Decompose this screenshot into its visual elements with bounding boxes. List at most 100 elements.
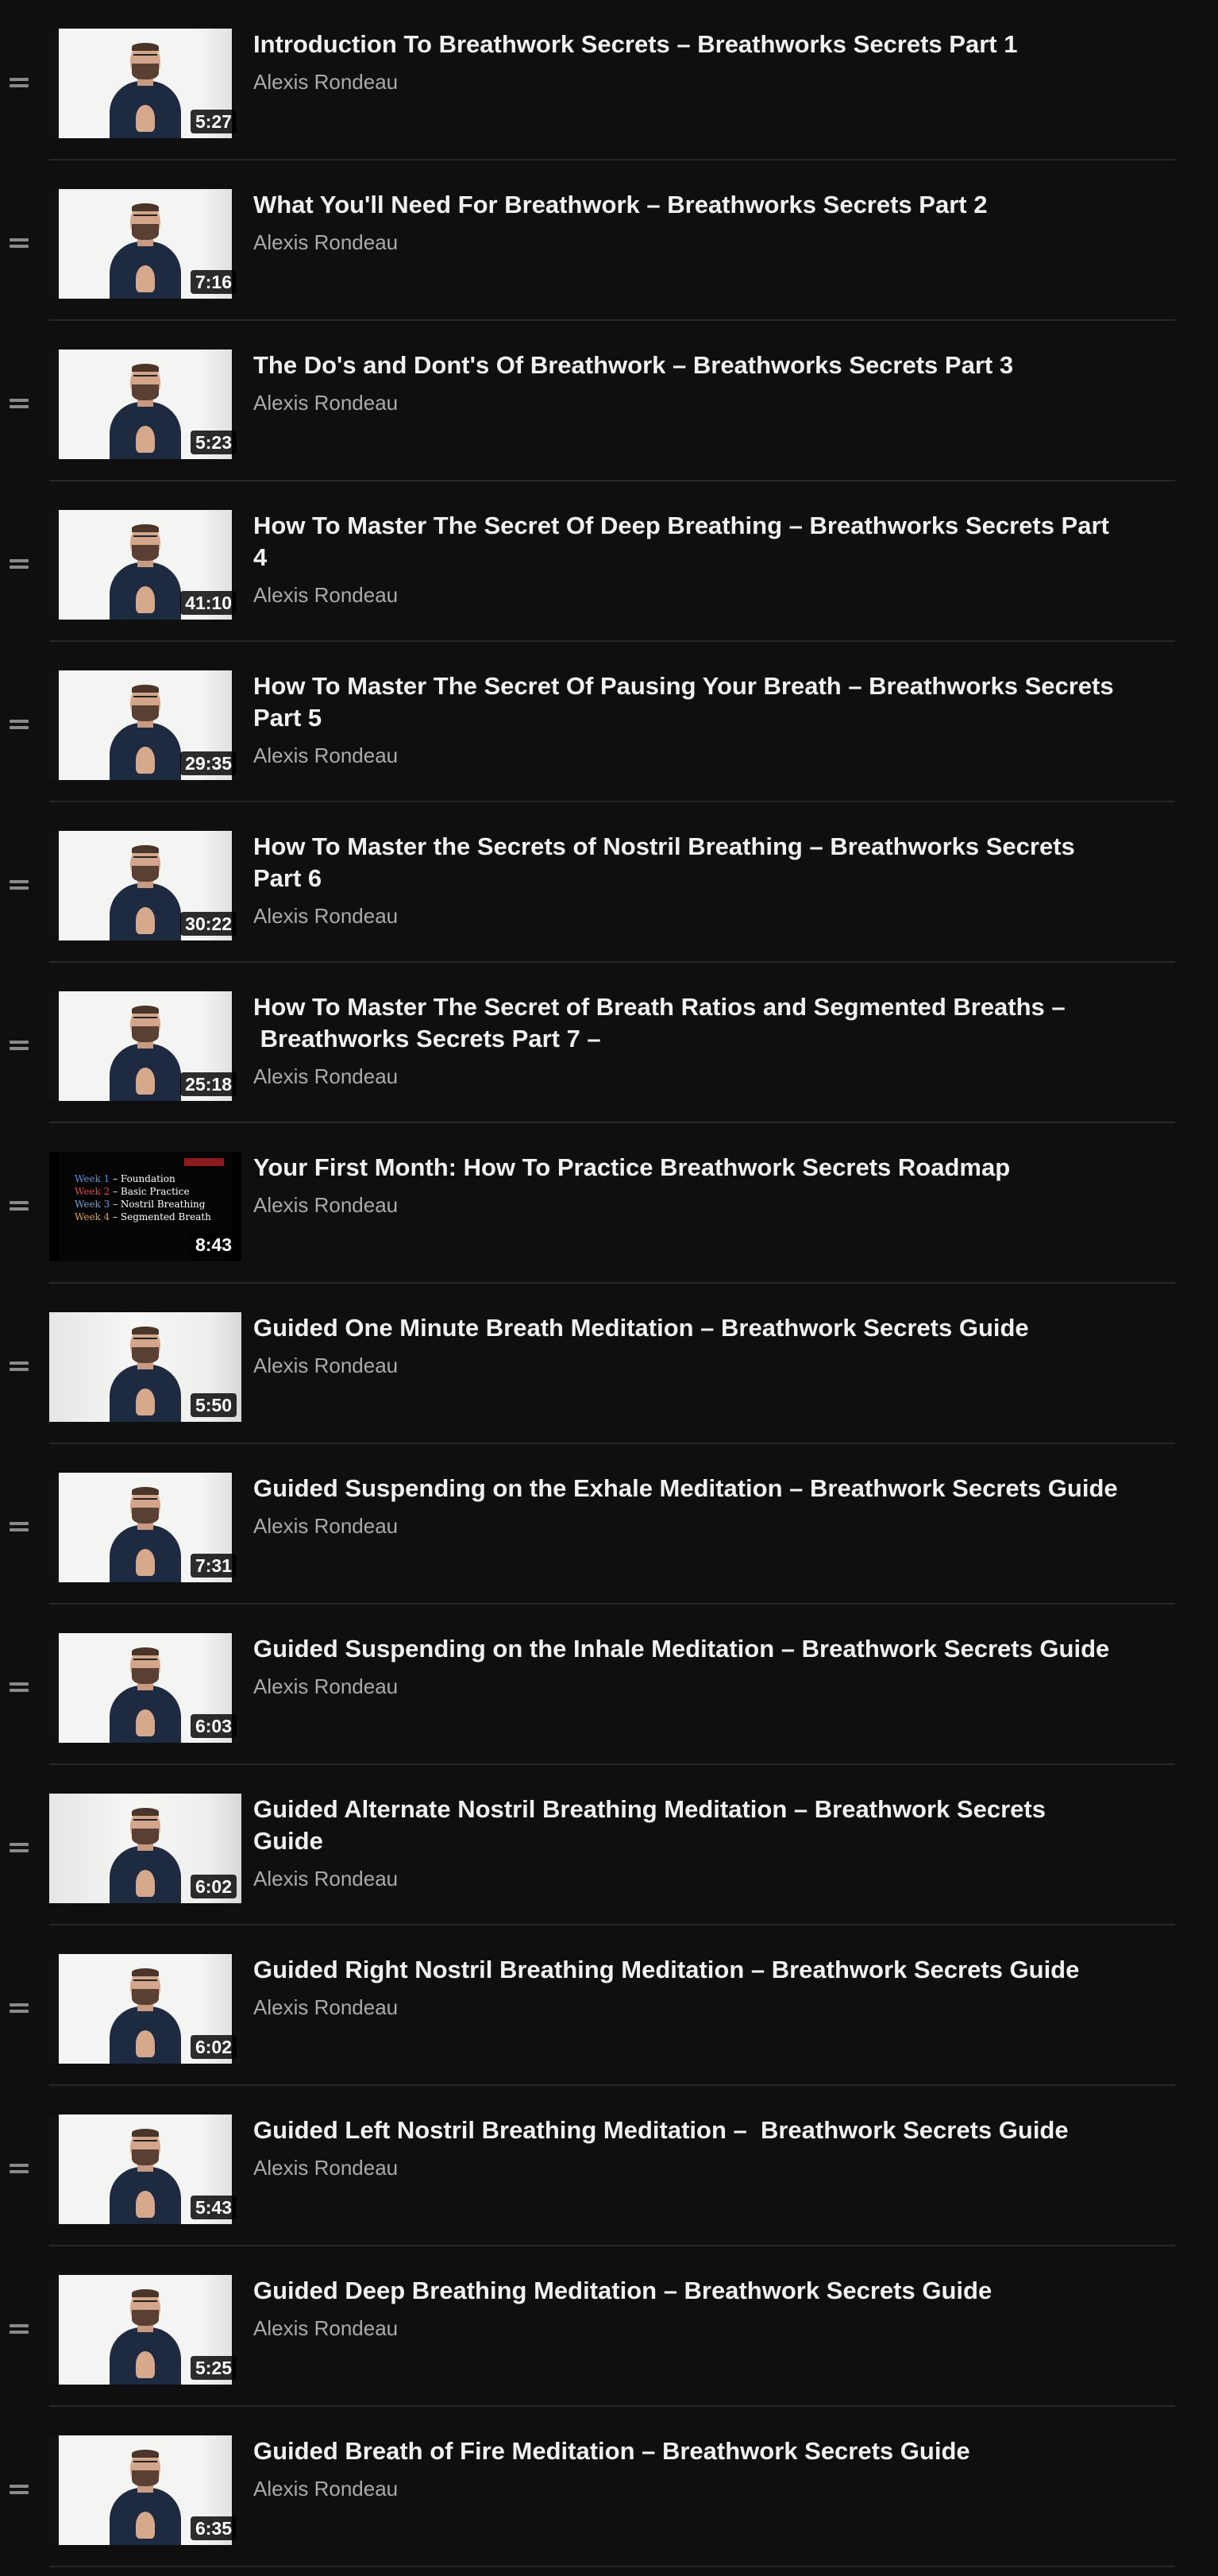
drag-handle-icon[interactable]: [10, 2003, 29, 2013]
channel-name[interactable]: Alexis Rondeau: [253, 1514, 1119, 1538]
video-title[interactable]: How To Master The Secret of Breath Ratio…: [253, 991, 1119, 1055]
duration-badge: 8:43: [190, 1233, 237, 1257]
video-thumbnail[interactable]: 7:16: [49, 189, 241, 299]
drag-handle-icon[interactable]: [10, 1522, 29, 1531]
video-title[interactable]: Guided Right Nostril Breathing Meditatio…: [253, 1954, 1119, 1986]
drag-handle-icon[interactable]: [10, 2164, 29, 2173]
channel-name[interactable]: Alexis Rondeau: [253, 904, 1119, 928]
playlist-item[interactable]: 5:25 Guided Deep Breathing Meditation – B…: [0, 2246, 1175, 2407]
playlist-item[interactable]: 7:16 What You'll Need For Breathwork – Br…: [0, 160, 1175, 321]
drag-handle-icon[interactable]: [10, 1041, 29, 1050]
channel-name[interactable]: Alexis Rondeau: [253, 583, 1119, 607]
video-title[interactable]: What You'll Need For Breathwork – Breath…: [253, 189, 1119, 221]
video-title[interactable]: Guided Suspending on the Inhale Meditati…: [253, 1633, 1119, 1665]
drag-handle-icon[interactable]: [10, 1682, 29, 1692]
video-thumbnail[interactable]: 6:02: [49, 1794, 241, 1903]
video-thumbnail[interactable]: 6:02: [49, 1954, 241, 2064]
video-title[interactable]: Your First Month: How To Practice Breath…: [253, 1152, 1119, 1184]
video-thumbnail[interactable]: Week 1 – Foundation Week 2 – Basic Practi…: [49, 1152, 241, 1261]
drag-handle-icon[interactable]: [10, 1843, 29, 1852]
video-thumbnail[interactable]: 5:23: [49, 350, 241, 459]
channel-name[interactable]: Alexis Rondeau: [253, 391, 1119, 415]
row-divider: [49, 2566, 1175, 2567]
drag-handle-icon[interactable]: [10, 2485, 29, 2494]
drag-handle-icon[interactable]: [10, 1201, 29, 1211]
channel-name[interactable]: Alexis Rondeau: [253, 2156, 1119, 2180]
duration-badge: 5:27: [190, 110, 237, 133]
video-title[interactable]: The Do's and Dont's Of Breathwork – Brea…: [253, 350, 1119, 381]
drag-handle-icon[interactable]: [10, 78, 29, 87]
playlist-item[interactable]: 6:02 Guided Right Nostril Breathing Medit…: [0, 1925, 1175, 2086]
drag-handle-icon[interactable]: [10, 238, 29, 248]
drag-handle-icon[interactable]: [10, 720, 29, 729]
channel-name[interactable]: Alexis Rondeau: [253, 2477, 1119, 2501]
presenter-figure: [102, 2445, 189, 2545]
playlist-item[interactable]: 5:23 The Do's and Dont's Of Breathwork – …: [0, 321, 1175, 481]
channel-name[interactable]: Alexis Rondeau: [253, 1064, 1119, 1088]
duration-badge: 6:35: [190, 2516, 237, 2540]
video-thumbnail[interactable]: 25:18: [49, 991, 241, 1101]
video-thumbnail[interactable]: 7:31: [49, 1473, 241, 1582]
drag-handle-icon[interactable]: [10, 2324, 29, 2334]
drag-handle-icon[interactable]: [10, 1361, 29, 1371]
drag-handle-icon[interactable]: [10, 880, 29, 890]
video-title[interactable]: Guided Breath of Fire Meditation – Breat…: [253, 2435, 1119, 2467]
presenter-figure: [102, 1803, 189, 1903]
playlist-item[interactable]: 6:35 Guided Breath of Fire Meditation – B…: [0, 2407, 1175, 2567]
video-meta: How To Master The Secret of Breath Ratio…: [253, 991, 1119, 1088]
channel-name[interactable]: Alexis Rondeau: [253, 1867, 1119, 1890]
playlist-item[interactable]: 5:50 Guided One Minute Breath Meditation …: [0, 1284, 1175, 1444]
slide-logo: [184, 1158, 224, 1166]
playlist-item[interactable]: 25:18 How To Master The Secret of Breath …: [0, 963, 1175, 1123]
channel-name[interactable]: Alexis Rondeau: [253, 70, 1119, 94]
video-thumbnail[interactable]: 5:50: [49, 1312, 241, 1422]
presenter-figure: [102, 1643, 189, 1743]
video-title[interactable]: Introduction To Breathwork Secrets – Bre…: [253, 29, 1119, 60]
channel-name[interactable]: Alexis Rondeau: [253, 1995, 1119, 2019]
video-thumbnail[interactable]: 6:03: [49, 1633, 241, 1743]
video-title[interactable]: Guided Deep Breathing Meditation – Breat…: [253, 2275, 1119, 2307]
duration-badge: 6:02: [190, 1875, 237, 1898]
video-title[interactable]: Guided One Minute Breath Meditation – Br…: [253, 1312, 1119, 1344]
video-title[interactable]: How To Master The Secret Of Deep Breathi…: [253, 510, 1119, 574]
video-meta: Guided Breath of Fire Meditation – Breat…: [253, 2435, 1119, 2501]
duration-badge: 5:43: [190, 2196, 237, 2219]
duration-badge: 30:22: [180, 912, 237, 936]
channel-name[interactable]: Alexis Rondeau: [253, 2316, 1119, 2340]
playlist-item[interactable]: 41:10 How To Master The Secret Of Deep Br…: [0, 481, 1175, 642]
video-title[interactable]: Guided Suspending on the Exhale Meditati…: [253, 1473, 1119, 1504]
video-title[interactable]: How To Master The Secret Of Pausing Your…: [253, 670, 1119, 734]
video-thumbnail[interactable]: 5:43: [49, 2114, 241, 2224]
channel-name[interactable]: Alexis Rondeau: [253, 1193, 1119, 1217]
duration-badge: 6:02: [190, 2035, 237, 2059]
video-thumbnail[interactable]: 5:25: [49, 2275, 241, 2385]
video-meta: Guided Left Nostril Breathing Meditation…: [253, 2114, 1119, 2180]
video-thumbnail[interactable]: 6:35: [49, 2435, 241, 2545]
video-thumbnail[interactable]: 41:10: [49, 510, 241, 620]
video-thumbnail[interactable]: 30:22: [49, 831, 241, 940]
video-meta: How To Master the Secrets of Nostril Bre…: [253, 831, 1119, 928]
presenter-figure: [102, 1001, 189, 1101]
playlist-item[interactable]: 5:43 Guided Left Nostril Breathing Medita…: [0, 2086, 1175, 2246]
playlist-item[interactable]: 29:35 How To Master The Secret Of Pausing…: [0, 642, 1175, 802]
channel-name[interactable]: Alexis Rondeau: [253, 743, 1119, 767]
video-title[interactable]: How To Master the Secrets of Nostril Bre…: [253, 831, 1119, 894]
video-thumbnail[interactable]: 29:35: [49, 670, 241, 780]
playlist-item[interactable]: 5:27 Introduction To Breathwork Secrets –…: [0, 0, 1175, 160]
video-meta: How To Master The Secret Of Pausing Your…: [253, 670, 1119, 767]
video-title[interactable]: Guided Alternate Nostril Breathing Medit…: [253, 1794, 1119, 1857]
drag-handle-icon[interactable]: [10, 399, 29, 408]
channel-name[interactable]: Alexis Rondeau: [253, 1674, 1119, 1698]
playlist-item[interactable]: 7:31 Guided Suspending on the Exhale Medi…: [0, 1444, 1175, 1605]
channel-name[interactable]: Alexis Rondeau: [253, 1354, 1119, 1377]
video-meta: Introduction To Breathwork Secrets – Bre…: [253, 29, 1119, 94]
duration-badge: 7:31: [190, 1554, 237, 1578]
video-title[interactable]: Guided Left Nostril Breathing Meditation…: [253, 2114, 1119, 2146]
playlist-item[interactable]: 6:03 Guided Suspending on the Inhale Medi…: [0, 1605, 1175, 1765]
playlist-item[interactable]: 6:02 Guided Alternate Nostril Breathing M…: [0, 1765, 1175, 1925]
drag-handle-icon[interactable]: [10, 559, 29, 569]
playlist-item[interactable]: 30:22 How To Master the Secrets of Nostri…: [0, 802, 1175, 963]
playlist-item[interactable]: Week 1 – Foundation Week 2 – Basic Practi…: [0, 1123, 1175, 1284]
video-thumbnail[interactable]: 5:27: [49, 29, 241, 138]
channel-name[interactable]: Alexis Rondeau: [253, 230, 1119, 254]
